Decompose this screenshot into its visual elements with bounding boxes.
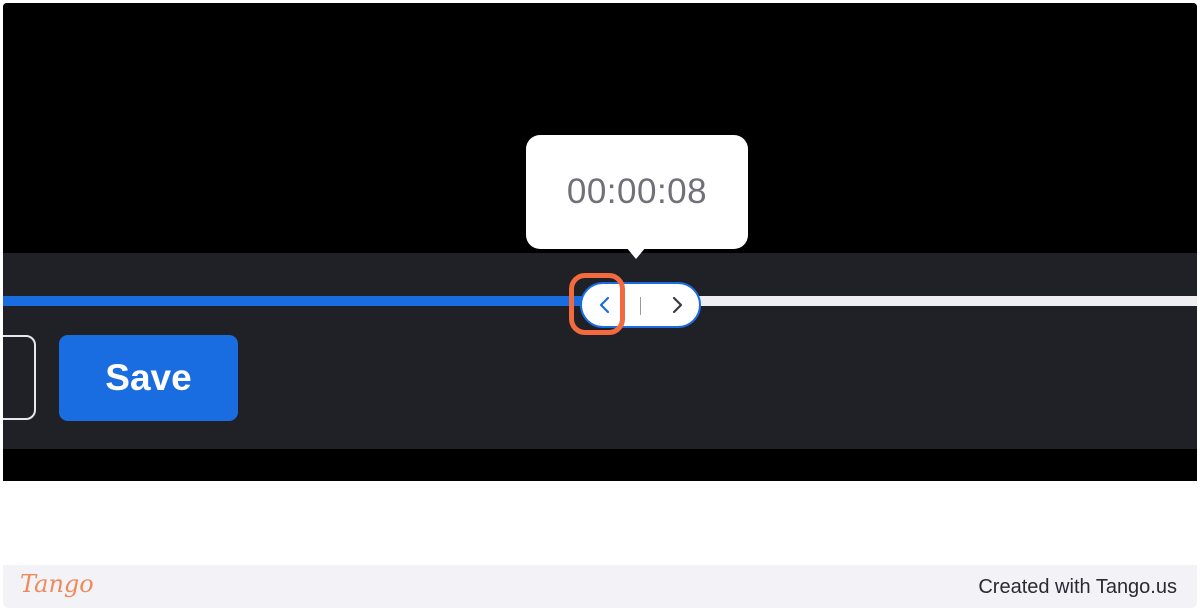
tango-logo: Tango [20,570,94,598]
screenshot-area: 00:00:08 Save [3,3,1197,481]
timeline-progress-played[interactable] [3,296,583,306]
footer-credit: Created with Tango.us [978,576,1177,598]
tooltip-arrow [626,247,646,259]
save-button[interactable]: Save [59,335,238,421]
tango-step-frame: 00:00:08 Save Tango Created with Tango.u… [0,0,1200,611]
chevron-left-icon[interactable] [590,290,620,320]
trim-handle[interactable] [580,282,701,328]
time-tooltip: 00:00:08 [526,135,748,249]
timeline-progress-remaining[interactable] [693,296,1197,306]
chevron-right-icon[interactable] [662,290,692,320]
bottom-bar [3,449,1197,481]
trim-divider [640,297,641,315]
cancel-button[interactable] [3,335,36,420]
footer: Tango Created with Tango.us [3,565,1197,608]
tooltip-time: 00:00:08 [566,172,708,211]
